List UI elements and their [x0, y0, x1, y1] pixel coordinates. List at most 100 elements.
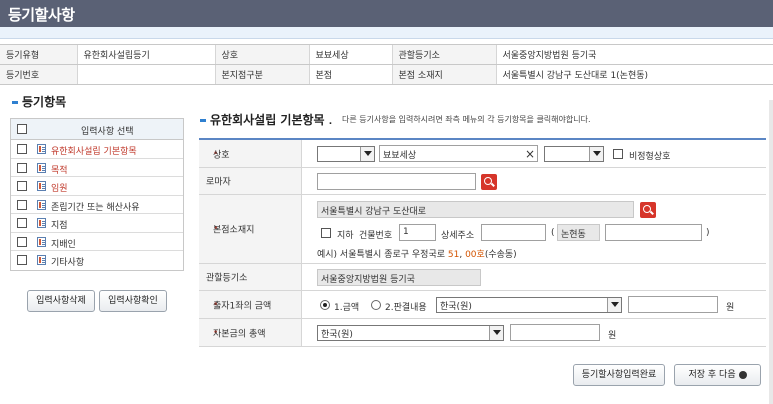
info-row: 등기번호 본지점구분 본점 본점 소재지 서울특별시 강남구 도산대로 1(논현…	[0, 64, 773, 85]
info-label: 관할등기소	[391, 44, 496, 65]
company-name-value: 뵤뵤세상	[383, 151, 417, 161]
form-row-address: • 본점소재지 서울특별시 강남구 도산대로 지하 건물번호 1 상세주소 ( 논…	[199, 195, 766, 264]
list-item-label[interactable]: 존립기간 또는 해산사유	[51, 200, 140, 213]
basic-items-form: • 상호 뵤뵤세상 × 비정형상호 로마자 • 본점소재지 서울특별시 강남구 도산…	[199, 138, 766, 347]
capital-currency-select[interactable]: 한국(원)	[317, 325, 504, 341]
item-checkbox[interactable]	[17, 218, 27, 228]
info-label: 본점 소재지	[391, 64, 496, 85]
example-prefix: 예시) 서울특별시 종로구 우정국로	[317, 250, 448, 260]
list-item-label[interactable]: 목적	[51, 163, 68, 176]
check-input-button[interactable]: 입력사항확인	[99, 290, 167, 312]
field-label-cell: 로마자	[199, 168, 302, 194]
address-input[interactable]: 서울특별시 강남구 도산대로	[317, 201, 634, 218]
document-icon	[37, 162, 46, 173]
form-instruction-note: 다른 등기사항을 입력하시려면 좌측 메뉴의 각 등기항목을 클릭해야합니다.	[342, 115, 591, 124]
left-panel-title: 등기항목	[12, 93, 66, 110]
item-checkbox[interactable]	[17, 162, 27, 173]
capital-amount-input[interactable]	[510, 324, 600, 341]
list-item[interactable]: 기타사항	[11, 251, 183, 270]
search-icon[interactable]	[481, 174, 497, 190]
list-item-label[interactable]: 기타사항	[51, 255, 84, 268]
info-value: 유한회사설립등기	[76, 44, 215, 65]
judgment-radio[interactable]	[371, 300, 381, 310]
list-item-label[interactable]: 유한회사설립 기본항목	[51, 144, 137, 157]
clear-icon[interactable]: ×	[525, 147, 535, 161]
list-item[interactable]: 목적	[11, 159, 183, 177]
bullet-icon	[200, 119, 206, 122]
virtual-name-checkbox[interactable]	[613, 149, 623, 159]
contribution-amount-input[interactable]	[628, 296, 718, 313]
chevron-down-icon	[589, 147, 603, 161]
field-label-cell: • 자본금의 총액	[199, 319, 302, 346]
document-icon	[37, 199, 46, 210]
item-checkbox[interactable]	[17, 199, 27, 210]
item-checkbox[interactable]	[17, 144, 27, 154]
roman-name-input[interactable]	[317, 173, 476, 190]
address-value: 서울특별시 강남구 도산대로	[321, 207, 427, 217]
list-item[interactable]: 지점	[11, 214, 183, 233]
list-item[interactable]: 임원	[11, 177, 183, 196]
form-row-roman: 로마자	[199, 168, 766, 195]
name-label: 상호	[213, 150, 230, 160]
select-all-checkbox[interactable]	[17, 124, 27, 134]
vertical-scrollbar[interactable]	[769, 100, 773, 404]
example-suffix: (수송동)	[484, 250, 517, 260]
info-value: 본점	[308, 64, 392, 85]
delete-input-button[interactable]: 입력사항삭제	[27, 290, 95, 312]
registry-office-value: 서울중앙지방법원 등기국	[321, 275, 415, 285]
chevron-down-icon	[489, 326, 503, 340]
building-number-label: 건물번호	[359, 231, 393, 241]
amount-radio[interactable]	[320, 300, 330, 310]
input-complete-button[interactable]: 등기할사항입력완료	[573, 364, 665, 386]
save-and-next-label: 저장 후 다음	[688, 370, 736, 380]
left-panel-title-text: 등기항목	[22, 95, 67, 109]
search-icon[interactable]	[640, 202, 656, 218]
info-row: 등기유형 유한회사설립등기 상호 뵤뵤세상 관할등기소 서울중앙지방법원 등기국	[0, 44, 773, 65]
info-label: 상호	[214, 44, 309, 65]
page-title: 등기할사항	[8, 6, 75, 24]
currency-value: 한국(원)	[440, 302, 472, 312]
example-detail: 00호	[465, 250, 485, 260]
info-value: 서울특별시 강남구 도산대로 1(논현동)	[495, 64, 773, 85]
basement-checkbox[interactable]	[321, 228, 331, 238]
address-example: 예시) 서울특별시 종로구 우정국로 51, 00호(수송동)	[317, 247, 517, 260]
item-checkbox[interactable]	[17, 181, 27, 191]
dong-extra-input[interactable]	[605, 224, 702, 241]
field-label-cell: • 상호	[199, 140, 302, 167]
won-unit: 원	[726, 303, 735, 313]
item-checkbox[interactable]	[17, 255, 27, 265]
info-label: 등기유형	[0, 44, 77, 65]
detail-address-label: 상세주소	[441, 231, 475, 241]
chevron-down-icon	[607, 298, 621, 312]
capital-currency-value: 한국(원)	[321, 330, 353, 340]
example-building-number: 51	[447, 250, 460, 260]
info-value	[76, 64, 215, 85]
currency-select[interactable]: 한국(원)	[436, 297, 622, 313]
name-suffix-select[interactable]	[544, 146, 604, 162]
list-item[interactable]: 지배인	[11, 233, 183, 251]
field-label-cell: 관할등기소	[199, 264, 302, 290]
list-item[interactable]: 존립기간 또는 해산사유	[11, 196, 183, 214]
field-label-cell: • 출자1좌의 금액	[199, 291, 302, 318]
list-header: 입력사항 선택	[11, 119, 183, 140]
document-icon	[37, 218, 46, 228]
dong-open-paren: (	[551, 228, 555, 238]
detail-address-input[interactable]	[481, 224, 546, 241]
form-row-capital: • 자본금의 총액 한국(원) 원	[199, 319, 766, 347]
list-item-label[interactable]: 지배인	[51, 237, 76, 250]
item-checkbox[interactable]	[17, 236, 27, 247]
dong-close-paren: )	[706, 228, 710, 238]
company-name-input[interactable]: 뵤뵤세상	[379, 145, 538, 162]
save-and-next-button[interactable]: 저장 후 다음	[674, 364, 761, 386]
list-item-label[interactable]: 임원	[51, 181, 68, 194]
list-item[interactable]: 유한회사설립 기본항목	[11, 140, 183, 159]
list-item-label[interactable]: 지점	[51, 218, 68, 231]
capital-won-unit: 원	[608, 331, 617, 341]
name-prefix-select[interactable]	[317, 146, 375, 162]
info-value: 뵤뵤세상	[308, 44, 392, 65]
building-number-input[interactable]: 1	[399, 224, 436, 241]
registry-label: 관할등기소	[206, 273, 248, 284]
document-icon	[37, 255, 46, 265]
dong-input[interactable]: 논현동	[557, 224, 600, 241]
judgment-radio-label: 2.판결내용	[385, 303, 427, 313]
